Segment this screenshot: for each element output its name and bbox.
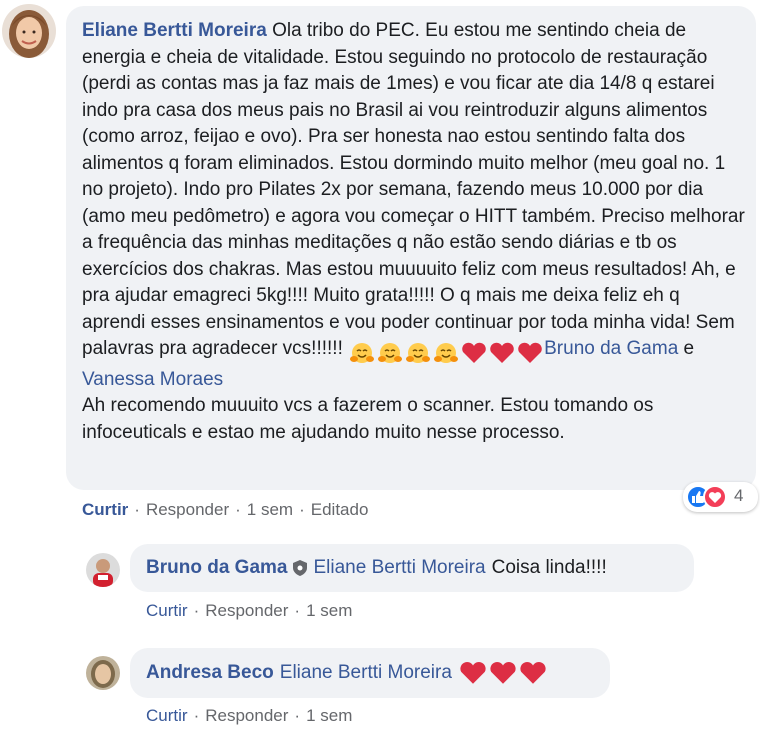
timestamp[interactable]: 1 sem xyxy=(306,706,352,725)
red-heart-emoji xyxy=(520,662,546,684)
reply-text: Coisa linda!!!! xyxy=(491,557,607,578)
reply-actions: Curtir · Responder · 1 sem xyxy=(146,706,352,726)
separator: · xyxy=(193,706,200,725)
comment-author[interactable]: Eliane Bertti Moreira xyxy=(82,20,267,41)
mention-conjunction: e xyxy=(683,338,695,359)
reply-button[interactable]: Responder xyxy=(205,601,288,620)
avatar-andresa[interactable] xyxy=(86,656,120,690)
red-heart-emoji xyxy=(490,662,516,684)
reactions-count: 4 xyxy=(734,486,744,505)
red-heart-emoji xyxy=(460,662,486,684)
avatar-photo-icon xyxy=(86,553,120,587)
like-button[interactable]: Curtir xyxy=(82,500,128,519)
avatar-photo-icon xyxy=(2,4,56,58)
separator: · xyxy=(299,500,305,519)
hugging-face-emoji xyxy=(406,342,431,363)
emoji-row xyxy=(348,340,544,367)
reply-body: Andresa Beco Eliane Bertti Moreira xyxy=(146,648,548,698)
timestamp[interactable]: 1 sem xyxy=(247,500,293,519)
red-heart-emoji xyxy=(490,342,514,363)
reply-author[interactable]: Bruno da Gama xyxy=(146,557,287,579)
comment-bubble: Eliane Bertti Moreira Ola tribo do PEC. … xyxy=(66,6,756,490)
comment-text: Ola tribo do PEC. Eu estou me sentindo c… xyxy=(82,20,745,359)
hugging-face-emoji xyxy=(350,342,375,363)
comment-text-2: Ah recomendo muuuito vcs a fazerem o sca… xyxy=(82,395,654,443)
reply-mention[interactable]: Eliane Bertti Moreira xyxy=(280,662,452,684)
reply-author[interactable]: Andresa Beco xyxy=(146,662,274,684)
reply-bubble: Andresa Beco Eliane Bertti Moreira xyxy=(130,648,610,698)
like-button[interactable]: Curtir xyxy=(146,601,188,620)
separator: · xyxy=(294,706,301,725)
timestamp[interactable]: 1 sem xyxy=(306,601,352,620)
love-icon xyxy=(703,485,727,509)
avatar-photo-icon xyxy=(86,656,120,690)
reply-mention[interactable]: Eliane Bertti Moreira xyxy=(313,557,485,579)
like-button[interactable]: Curtir xyxy=(146,706,188,725)
avatar-eliane[interactable] xyxy=(2,4,56,58)
reply-button[interactable]: Responder xyxy=(205,706,288,725)
hugging-face-emoji xyxy=(378,342,403,363)
mention-bruno[interactable]: Bruno da Gama xyxy=(544,338,678,359)
separator: · xyxy=(294,601,301,620)
reply-bubble: Bruno da Gama Eliane Bertti Moreira Cois… xyxy=(130,544,694,592)
comment-actions: Curtir · Responder · 1 sem · Editado xyxy=(82,500,368,520)
reactions-summary[interactable]: 4 xyxy=(683,482,758,512)
reply-body: Bruno da Gama Eliane Bertti Moreira Cois… xyxy=(146,544,607,592)
reply-button[interactable]: Responder xyxy=(146,500,229,519)
separator: · xyxy=(235,500,241,519)
hugging-face-emoji xyxy=(434,342,459,363)
mention-vanessa[interactable]: Vanessa Moraes xyxy=(82,369,223,390)
emoji-row xyxy=(458,660,548,686)
comment-body: Eliane Bertti Moreira Ola tribo do PEC. … xyxy=(82,18,746,446)
separator: · xyxy=(134,500,140,519)
shield-badge-icon xyxy=(293,560,308,576)
red-heart-emoji xyxy=(518,342,542,363)
edited-label[interactable]: Editado xyxy=(311,500,369,519)
red-heart-emoji xyxy=(462,342,486,363)
reply-actions: Curtir · Responder · 1 sem xyxy=(146,601,352,621)
avatar-bruno[interactable] xyxy=(86,553,120,587)
separator: · xyxy=(193,601,200,620)
